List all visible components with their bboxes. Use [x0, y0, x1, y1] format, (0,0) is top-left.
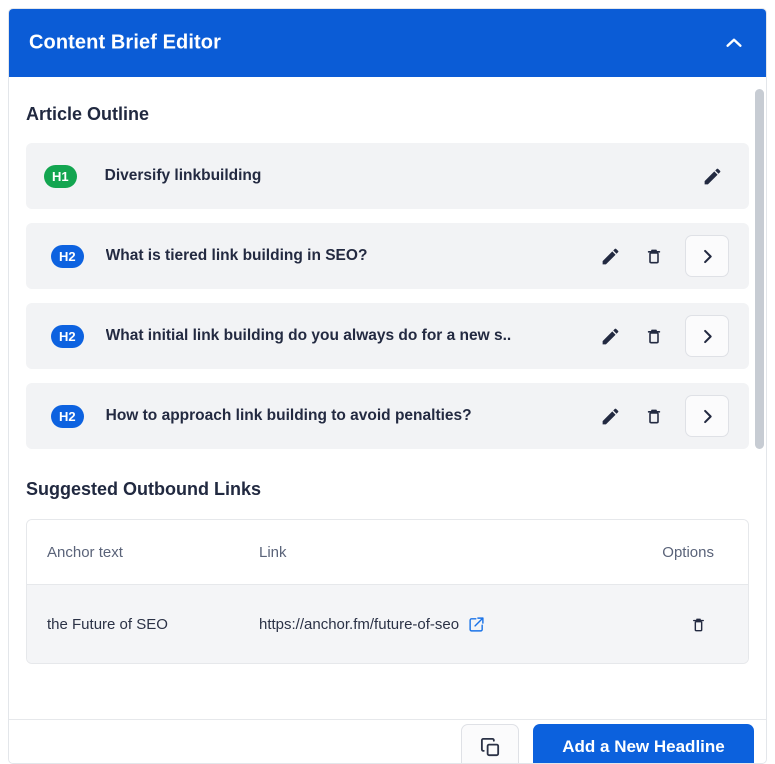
- outline-heading-text: What initial link building do you always…: [105, 327, 512, 344]
- delete-icon[interactable]: [637, 399, 671, 433]
- article-outline-heading: Article Outline: [26, 104, 150, 124]
- column-header-anchor-text: Anchor text: [27, 520, 239, 585]
- expand-section-button[interactable]: [685, 395, 729, 437]
- delete-icon[interactable]: [682, 607, 716, 641]
- outline-heading-text: Diversify linkbuilding: [104, 167, 262, 184]
- link-url-text: https://anchor.fm/future-of-seo: [259, 615, 460, 633]
- article-outline-list: H1 Diversify linkbuilding H2 What is tie…: [9, 143, 766, 449]
- expand-section-button[interactable]: [685, 315, 729, 357]
- copy-icon: [480, 737, 499, 756]
- delete-icon[interactable]: [637, 239, 671, 273]
- edit-icon[interactable]: [593, 399, 627, 433]
- outline-row[interactable]: H2 What initial link building do you alw…: [26, 303, 749, 369]
- edit-icon[interactable]: [695, 159, 729, 193]
- scrollbar-track[interactable]: [755, 79, 764, 717]
- outline-row[interactable]: H1 Diversify linkbuilding: [26, 143, 749, 209]
- column-header-link: Link: [239, 520, 629, 585]
- copy-button[interactable]: [461, 724, 519, 763]
- edit-icon[interactable]: [593, 319, 627, 353]
- expand-section-button[interactable]: [685, 235, 729, 277]
- edit-icon[interactable]: [593, 239, 627, 273]
- outbound-links-table: Anchor text Link Options the Future of S…: [26, 519, 749, 664]
- outline-heading-text: How to approach link building to avoid p…: [105, 407, 472, 424]
- cell-options: [629, 584, 748, 663]
- heading-level-badge: H2: [51, 244, 84, 268]
- card-body: Article Outline H1 Diversify linkbuildin…: [9, 77, 766, 719]
- external-link-icon[interactable]: [468, 616, 485, 633]
- outline-heading-text: What is tiered link building in SEO?: [105, 247, 368, 264]
- heading-level-badge: H2: [51, 404, 84, 428]
- outline-row[interactable]: H2 What is tiered link building in SEO?: [26, 223, 749, 289]
- row-actions: [593, 315, 729, 357]
- scrollbar-thumb[interactable]: [755, 89, 764, 449]
- table-header-row: Anchor text Link Options: [27, 520, 748, 585]
- cell-link: https://anchor.fm/future-of-seo: [239, 584, 629, 663]
- outline-row[interactable]: H2 How to approach link building to avoi…: [26, 383, 749, 449]
- heading-level-badge: H2: [51, 324, 84, 348]
- content-brief-editor-card: Content Brief Editor Article Outline H1 …: [8, 8, 767, 764]
- chevron-up-icon[interactable]: [720, 29, 748, 57]
- card-footer: Add a New Headline: [9, 719, 766, 763]
- row-actions: [695, 159, 729, 193]
- card-header: Content Brief Editor: [9, 9, 766, 77]
- cell-anchor-text: the Future of SEO: [27, 584, 239, 663]
- table-row: the Future of SEO https://anchor.fm/futu…: [27, 584, 748, 663]
- suggested-outbound-links-heading: Suggested Outbound Links: [26, 479, 261, 499]
- heading-level-badge: H1: [44, 164, 77, 188]
- row-actions: [593, 235, 729, 277]
- column-header-options: Options: [629, 520, 748, 585]
- row-actions: [593, 395, 729, 437]
- page-title: Content Brief Editor: [29, 31, 221, 54]
- delete-icon[interactable]: [637, 319, 671, 353]
- add-new-headline-button[interactable]: Add a New Headline: [533, 724, 754, 763]
